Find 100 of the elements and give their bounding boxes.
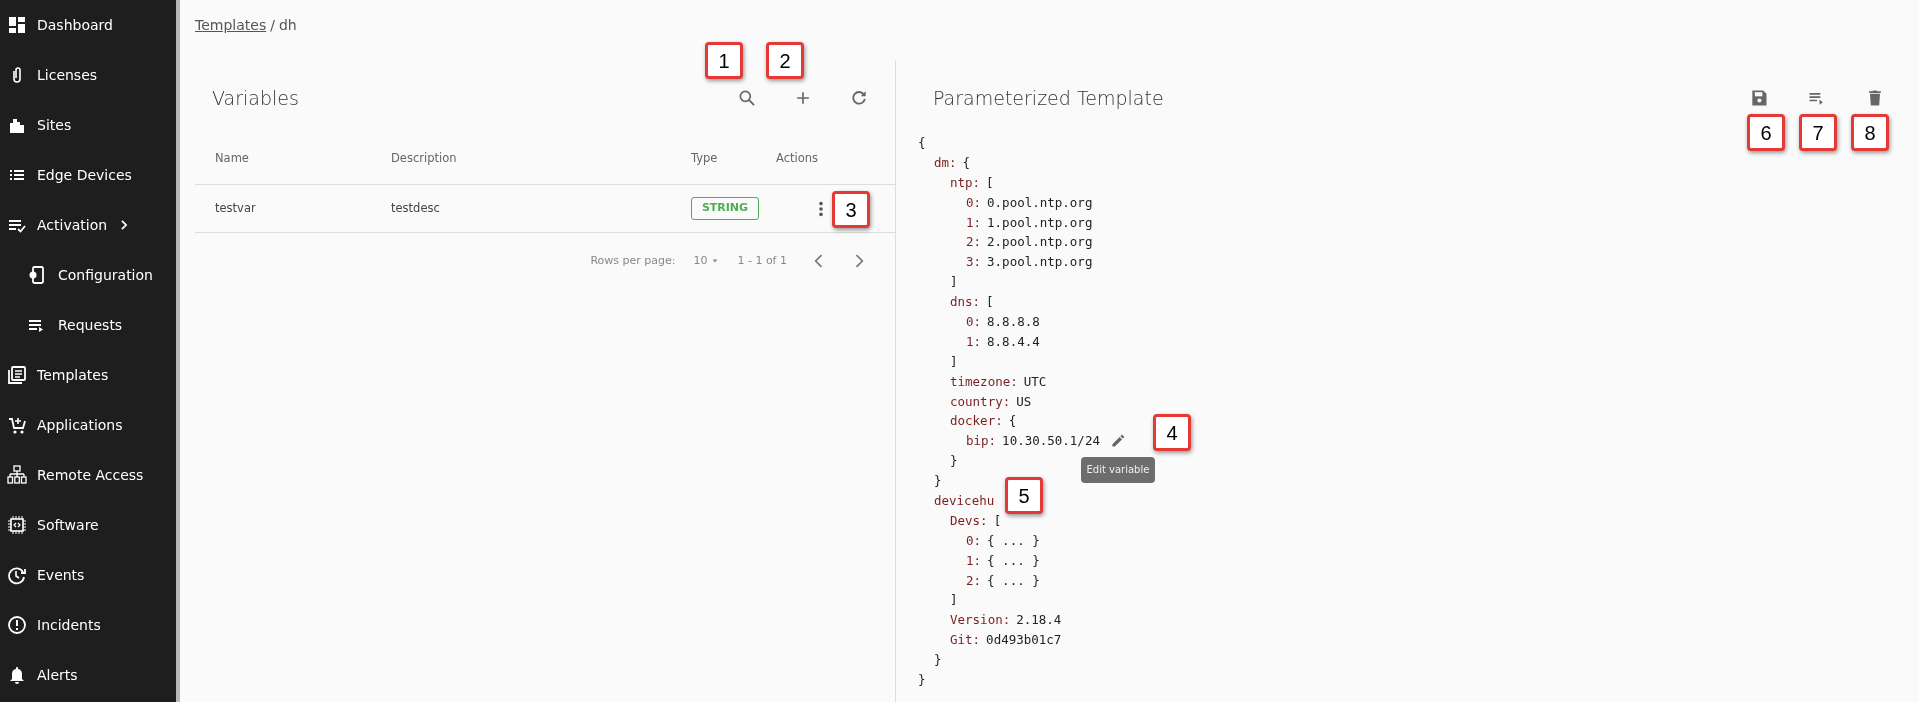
json-bracket: ] bbox=[950, 352, 958, 371]
page-range: 1 - 1 of 1 bbox=[737, 252, 787, 269]
json-value: 0d493b01c7 bbox=[986, 631, 1062, 650]
callout-number: 1 bbox=[705, 42, 743, 79]
sidebar-item[interactable]: Remote Access bbox=[0, 450, 176, 500]
json-value: 0.pool.ntp.org bbox=[987, 193, 1093, 212]
sidebar-item[interactable]: Sites bbox=[0, 100, 176, 150]
json-key: 1: bbox=[966, 550, 982, 571]
sidebar-label: Alerts bbox=[37, 665, 78, 685]
json-key: dns: bbox=[950, 292, 981, 313]
sidebar-label: Applications bbox=[37, 415, 123, 435]
sidebar-item[interactable]: Dashboard bbox=[0, 0, 176, 50]
sidebar-label: Events bbox=[37, 565, 85, 585]
sidebar-item[interactable]: Activation bbox=[0, 200, 176, 250]
search-icon bbox=[737, 88, 757, 108]
sidebar-item[interactable]: Configuration bbox=[0, 250, 176, 300]
sidebar-label: Requests bbox=[58, 315, 123, 335]
json-key: Version: bbox=[950, 610, 1011, 631]
json-bracket: } bbox=[950, 452, 958, 471]
dashboard-icon bbox=[7, 15, 27, 35]
json-key: dm: bbox=[934, 152, 957, 173]
json-key: 3: bbox=[966, 252, 982, 273]
json-key: 1: bbox=[966, 331, 982, 352]
cart-icon bbox=[7, 415, 27, 435]
json-value: 10.30.50.1/24 bbox=[1002, 432, 1100, 451]
json-key: docker: bbox=[950, 411, 1003, 432]
json-key: 0: bbox=[966, 192, 982, 213]
sidebar-item[interactable]: Events bbox=[0, 550, 176, 600]
json-key: 1: bbox=[966, 212, 982, 233]
json-key: devicehu bbox=[934, 491, 995, 511]
breadcrumb-link[interactable]: Templates bbox=[195, 14, 267, 36]
json-key: Devs: bbox=[950, 510, 988, 531]
json-bracket: { bbox=[962, 153, 971, 172]
breadcrumb-separator: / bbox=[270, 15, 275, 35]
json-value: { ... } bbox=[987, 551, 1040, 570]
sidebar-label: Activation bbox=[37, 215, 108, 235]
callout-number: 2 bbox=[766, 42, 804, 79]
sidebar-item[interactable]: Requests bbox=[0, 300, 176, 350]
sidebar-item[interactable]: Incidents bbox=[0, 600, 176, 650]
json-key: country: bbox=[950, 391, 1011, 412]
sidebar-label: Configuration bbox=[58, 265, 153, 285]
sidebar-label: Remote Access bbox=[37, 465, 144, 485]
sidebar-label: Templates bbox=[37, 365, 109, 385]
callout-number: 5 bbox=[1005, 477, 1043, 514]
sidebar-label: Dashboard bbox=[37, 15, 113, 35]
callout-number: 3 bbox=[832, 191, 870, 228]
json-value: 3.pool.ntp.org bbox=[987, 253, 1093, 272]
json-value: 8.8.4.4 bbox=[987, 332, 1040, 351]
caret-icon bbox=[711, 257, 720, 265]
table-cell-text: testvar bbox=[214, 199, 257, 217]
json-bracket: { bbox=[1008, 412, 1017, 431]
column-header: Actions bbox=[776, 149, 819, 167]
alert-icon bbox=[7, 615, 27, 635]
sidebar-label: Software bbox=[37, 515, 99, 535]
panel-title: Variables bbox=[212, 85, 299, 111]
sidebar-item[interactable]: Software bbox=[0, 500, 176, 550]
json-key: timezone: bbox=[950, 371, 1018, 392]
json-value: US bbox=[1016, 392, 1032, 411]
json-key: 2: bbox=[966, 570, 982, 591]
save-icon bbox=[1749, 88, 1769, 108]
sidebar-item[interactable]: Licenses bbox=[0, 50, 176, 100]
sidebar-item[interactable]: Applications bbox=[0, 400, 176, 450]
refresh-icon bbox=[849, 88, 869, 108]
json-bracket: ] bbox=[950, 591, 958, 610]
json-value: { ... } bbox=[987, 531, 1040, 550]
type-badge: STRING bbox=[691, 197, 759, 220]
json-bracket: } bbox=[918, 671, 926, 690]
sidebar-item[interactable]: Edge Devices bbox=[0, 150, 176, 200]
json-bracket: [ bbox=[986, 293, 994, 312]
json-bracket: { bbox=[918, 134, 926, 152]
column-header: Name bbox=[214, 149, 250, 167]
column-header: Type bbox=[691, 149, 719, 167]
sidebar-item[interactable]: Templates bbox=[0, 350, 176, 400]
json-key: 0: bbox=[966, 312, 982, 332]
json-value: 8.8.8.8 bbox=[987, 313, 1040, 331]
sidebar-label: Sites bbox=[37, 115, 72, 135]
json-bracket: [ bbox=[993, 511, 1002, 530]
json-value: 1.pool.ntp.org bbox=[987, 213, 1093, 232]
callout-number: 8 bbox=[1851, 114, 1889, 151]
json-bracket: [ bbox=[986, 173, 994, 192]
json-bracket: } bbox=[934, 472, 942, 491]
library-icon bbox=[7, 365, 27, 385]
json-key: bip: bbox=[966, 431, 997, 452]
json-value: 2.pool.ntp.org bbox=[987, 233, 1093, 252]
json-key: Git: bbox=[950, 630, 981, 651]
sidebar-label: Edge Devices bbox=[37, 165, 132, 185]
more-icon bbox=[818, 199, 824, 218]
json-bracket: ] bbox=[950, 273, 958, 292]
json-value: { ... } bbox=[987, 571, 1040, 590]
callout-number: 7 bbox=[1799, 114, 1837, 151]
edit-button[interactable] bbox=[1109, 433, 1126, 450]
sidebar-label: Licenses bbox=[37, 65, 98, 85]
sidebar-item[interactable]: Alerts bbox=[0, 650, 176, 700]
pencil-icon bbox=[1109, 433, 1126, 450]
json-key: ntp: bbox=[950, 172, 981, 193]
sidebar-label: Incidents bbox=[37, 615, 101, 635]
column-header: Description bbox=[391, 149, 458, 167]
rows-per-page-label: Rows per page: bbox=[590, 252, 676, 269]
callout-number: 6 bbox=[1747, 114, 1785, 151]
history-icon bbox=[7, 565, 27, 585]
